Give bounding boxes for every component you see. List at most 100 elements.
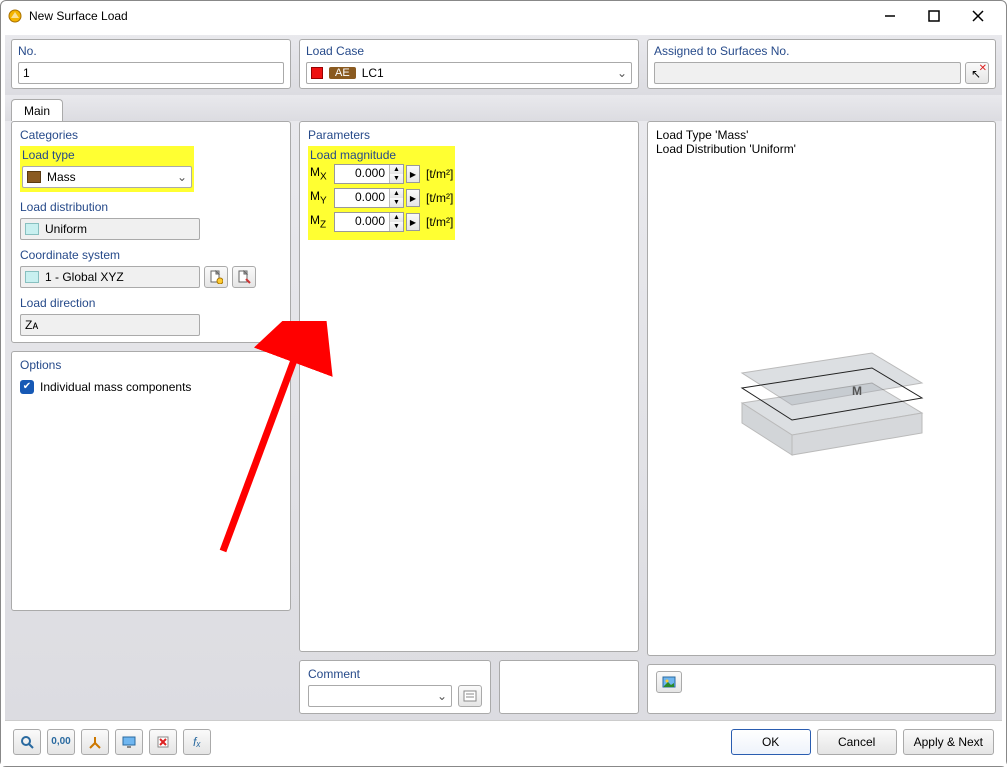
window-title: New Surface Load: [29, 9, 868, 23]
spinner-up-icon: ▲: [390, 165, 403, 174]
options-panel: Options Individual mass components: [11, 351, 291, 611]
dialog-window: New Surface Load No. Load Case AE LC1: [0, 0, 1007, 767]
tripod-icon: [88, 735, 102, 749]
comment-title: Comment: [308, 667, 482, 681]
magnitude-label: Load magnitude: [310, 148, 453, 162]
param-label-mz: MZ: [310, 213, 332, 230]
coord-swatch: [25, 271, 39, 283]
body-area: Categories Load type Mass Load distribut…: [5, 121, 1002, 720]
search-icon: [20, 735, 34, 749]
coord-new-button[interactable]: [204, 266, 228, 288]
coord-edit-button[interactable]: [232, 266, 256, 288]
loadcase-label: Load Case: [306, 44, 632, 58]
clear-button[interactable]: [149, 729, 177, 755]
options-title: Options: [20, 358, 282, 372]
preview-line1: Load Type 'Mass': [656, 128, 987, 142]
param-value-mx[interactable]: 0.000 ▲▼: [334, 164, 404, 184]
side-stub-panel: [499, 660, 639, 714]
apply-next-button[interactable]: Apply & Next: [903, 729, 994, 755]
no-label: No.: [18, 44, 284, 58]
chevron-down-icon: [617, 66, 627, 80]
load-dist-value: Uniform: [45, 222, 87, 236]
param-value-mz[interactable]: 0.000 ▲▼: [334, 212, 404, 232]
footer-bar: 0,00 fₓ OK Cancel Apply & Next: [5, 720, 1002, 762]
checkbox-checked-icon: [20, 380, 34, 394]
spinner-up-icon: ▲: [390, 213, 403, 222]
delete-x-icon: [156, 735, 170, 749]
help-button[interactable]: [13, 729, 41, 755]
titlebar: New Surface Load: [1, 1, 1006, 31]
categories-title: Categories: [20, 128, 282, 142]
individual-mass-label: Individual mass components: [40, 380, 191, 394]
assigned-input[interactable]: [654, 62, 961, 84]
param-row-mx: MX 0.000 ▲▼ ▶ [t/m²]: [310, 162, 453, 186]
preview-line2: Load Distribution 'Uniform': [656, 142, 987, 156]
coord-system-box: 1 - Global XYZ: [20, 266, 200, 288]
loadcase-badge: AE: [329, 67, 356, 79]
spinner-buttons[interactable]: ▲▼: [389, 213, 403, 231]
load-type-value: Mass: [47, 170, 76, 184]
load-dist-swatch: [25, 223, 39, 235]
loadcase-box: Load Case AE LC1: [299, 39, 639, 89]
cursor-pick-icon: ↖: [969, 65, 985, 81]
param-unit-my: [t/m²]: [422, 191, 453, 205]
no-input[interactable]: [18, 62, 284, 84]
ok-button[interactable]: OK: [731, 729, 811, 755]
loadcase-dropdown[interactable]: AE LC1: [306, 62, 632, 84]
dialog-content: No. Load Case AE LC1 Assigned to Surface…: [1, 31, 1006, 766]
chevron-down-icon: [437, 689, 447, 703]
loadcase-color-swatch: [311, 67, 323, 79]
pick-surfaces-button[interactable]: ↖: [965, 62, 989, 84]
units-icon: 0,00: [51, 736, 70, 747]
left-column: Categories Load type Mass Load distribut…: [11, 121, 291, 714]
param-unit-mz: [t/m²]: [422, 215, 453, 229]
load-type-swatch: [27, 171, 41, 183]
spinner-up-icon: ▲: [390, 189, 403, 198]
param-row-mz: MZ 0.000 ▲▼ ▶ [t/m²]: [310, 210, 453, 234]
load-type-dropdown[interactable]: Mass: [22, 166, 192, 188]
minimize-button[interactable]: [868, 2, 912, 30]
fx-button[interactable]: fₓ: [183, 729, 211, 755]
preview-tool-button[interactable]: [656, 671, 682, 693]
assigned-box: Assigned to Surfaces No. ↖: [647, 39, 996, 89]
close-button[interactable]: [956, 2, 1000, 30]
comment-panel: Comment: [299, 660, 491, 714]
parameters-panel: Parameters Load magnitude MX 0.000 ▲▼ ▶ …: [299, 121, 639, 652]
tab-main[interactable]: Main: [11, 99, 63, 122]
no-box: No.: [11, 39, 291, 89]
display-button[interactable]: [115, 729, 143, 755]
middle-column: Parameters Load magnitude MX 0.000 ▲▼ ▶ …: [299, 121, 639, 714]
spinner-down-icon: ▼: [390, 198, 403, 207]
chevron-down-icon: [177, 170, 187, 184]
right-column: Load Type 'Mass' Load Distribution 'Unif…: [647, 121, 996, 714]
param-pick-my[interactable]: ▶: [406, 189, 420, 207]
spinner-buttons[interactable]: ▲▼: [389, 189, 403, 207]
cancel-button[interactable]: Cancel: [817, 729, 897, 755]
assigned-label: Assigned to Surfaces No.: [654, 44, 989, 58]
edit-file-icon: [237, 270, 251, 284]
calc-button[interactable]: [81, 729, 109, 755]
new-file-icon: [209, 270, 223, 284]
loadcase-value: LC1: [362, 66, 384, 80]
maximize-button[interactable]: [912, 2, 956, 30]
fx-icon: fₓ: [193, 735, 201, 749]
param-pick-mx[interactable]: ▶: [406, 165, 420, 183]
comment-dropdown[interactable]: [308, 685, 452, 707]
load-dist-value-box: Uniform: [20, 218, 200, 240]
param-value-my[interactable]: 0.000 ▲▼: [334, 188, 404, 208]
direction-value-box: Zᴀ: [20, 314, 200, 336]
triangle-right-icon: ▶: [410, 170, 416, 179]
app-icon: [7, 8, 23, 24]
monitor-icon: [122, 735, 136, 749]
triangle-right-icon: ▶: [410, 194, 416, 203]
spinner-buttons[interactable]: ▲▼: [389, 165, 403, 183]
individual-mass-checkbox-row[interactable]: Individual mass components: [20, 380, 282, 394]
comment-edit-button[interactable]: [458, 685, 482, 707]
preview-graphic: M: [656, 156, 987, 649]
note-icon: [463, 689, 477, 703]
units-button[interactable]: 0,00: [47, 729, 75, 755]
direction-label: Load direction: [20, 296, 282, 310]
categories-panel: Categories Load type Mass Load distribut…: [11, 121, 291, 343]
param-pick-mz[interactable]: ▶: [406, 213, 420, 231]
coord-value: 1 - Global XYZ: [45, 270, 124, 284]
